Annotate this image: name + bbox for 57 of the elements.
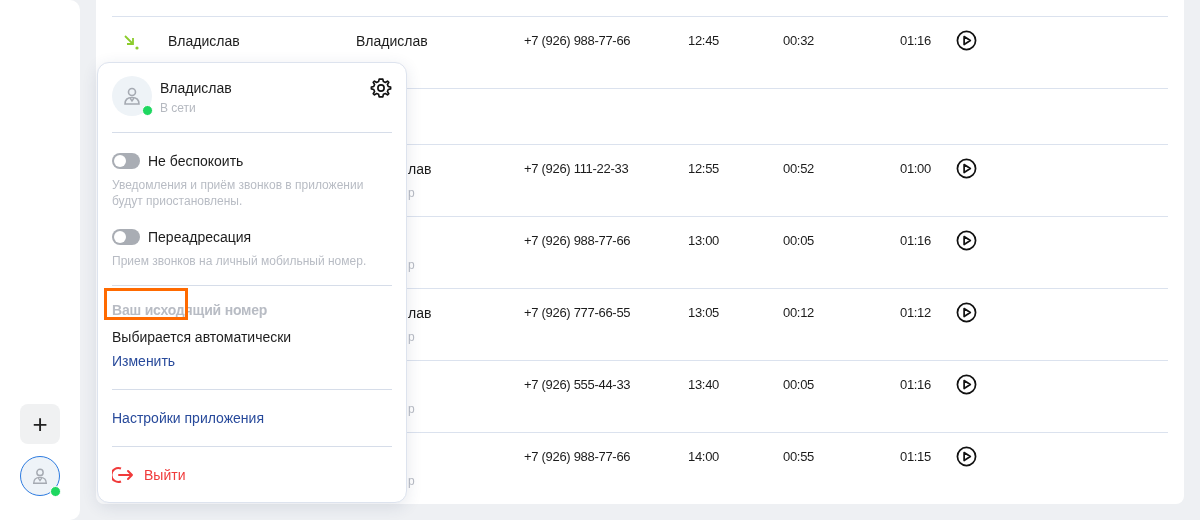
call-time: 14:00 <box>688 448 720 466</box>
total-duration: 01:00 <box>899 160 931 178</box>
toggle-description: Уведомления и приём звонков в приложении будут приостановлены. <box>112 177 365 209</box>
toggle-label: Переадресация <box>148 229 252 245</box>
play-icon[interactable] <box>956 158 977 179</box>
phone-number: +7 (926) 111-22-33 <box>524 160 629 178</box>
user-avatar[interactable] <box>20 456 60 496</box>
call-time: 13:00 <box>688 232 720 250</box>
toggle-description: Прием звонков на личный мобильный номер. <box>112 253 367 269</box>
logout-icon[interactable] <box>112 465 134 485</box>
contact-subtitle: р <box>408 473 415 489</box>
contact-subtitle: р <box>408 329 415 345</box>
call-duration: 00:05 <box>783 232 815 250</box>
app-settings-link[interactable]: Настройки приложения <box>112 408 264 428</box>
toggle-label: Не беспокоить <box>148 153 244 169</box>
user-name: Владислав <box>160 79 233 98</box>
call-duration: 00:05 <box>783 376 815 394</box>
play-icon[interactable] <box>956 374 977 395</box>
play-icon[interactable] <box>956 230 977 251</box>
total-duration: 01:16 <box>899 376 931 394</box>
phone-number: +7 (926) 988-77-66 <box>524 448 631 466</box>
person-icon <box>31 467 49 485</box>
contact-name: Владислав <box>356 32 428 51</box>
contact-subtitle: р <box>408 185 415 201</box>
call-duration: 00:55 <box>783 448 815 466</box>
play-icon[interactable] <box>956 446 977 467</box>
add-button[interactable]: + <box>20 404 60 444</box>
phone-number: +7 (926) 988-77-66 <box>524 32 631 50</box>
play-icon[interactable] <box>956 302 977 323</box>
toggle-switch[interactable] <box>112 229 140 245</box>
play-icon[interactable] <box>956 30 977 51</box>
call-time: 13:40 <box>688 376 720 394</box>
phone-number: +7 (926) 988-77-66 <box>524 232 631 250</box>
contact-name: лав <box>408 304 432 323</box>
user-status: В сети <box>160 100 197 116</box>
total-duration: 01:15 <box>899 448 931 466</box>
change-link[interactable]: Изменить <box>112 351 176 371</box>
call-time: 12:55 <box>688 160 720 178</box>
settings-icon[interactable] <box>370 77 392 99</box>
phone-number: +7 (926) 777-66-55 <box>524 304 631 322</box>
outgoing-number-value: Выбирается автоматически <box>112 328 292 347</box>
call-duration: 00:32 <box>783 32 815 50</box>
contact-name: лав <box>408 160 432 179</box>
call-duration: 00:12 <box>783 304 815 322</box>
call-duration: 00:52 <box>783 160 815 178</box>
total-duration: 01:12 <box>899 304 931 322</box>
total-duration: 01:16 <box>899 232 931 250</box>
logout-link[interactable]: Выйти <box>144 465 186 485</box>
person-icon <box>122 86 142 106</box>
caller-name: Владислав <box>168 32 240 51</box>
total-duration: 01:16 <box>899 32 931 50</box>
call-time: 13:05 <box>688 304 720 322</box>
contact-subtitle: р <box>408 401 415 417</box>
contact-subtitle: р <box>408 257 415 273</box>
call-time: 12:45 <box>688 32 720 50</box>
toggle-switch[interactable] <box>112 153 140 169</box>
phone-number: +7 (926) 555-44-33 <box>524 376 631 394</box>
